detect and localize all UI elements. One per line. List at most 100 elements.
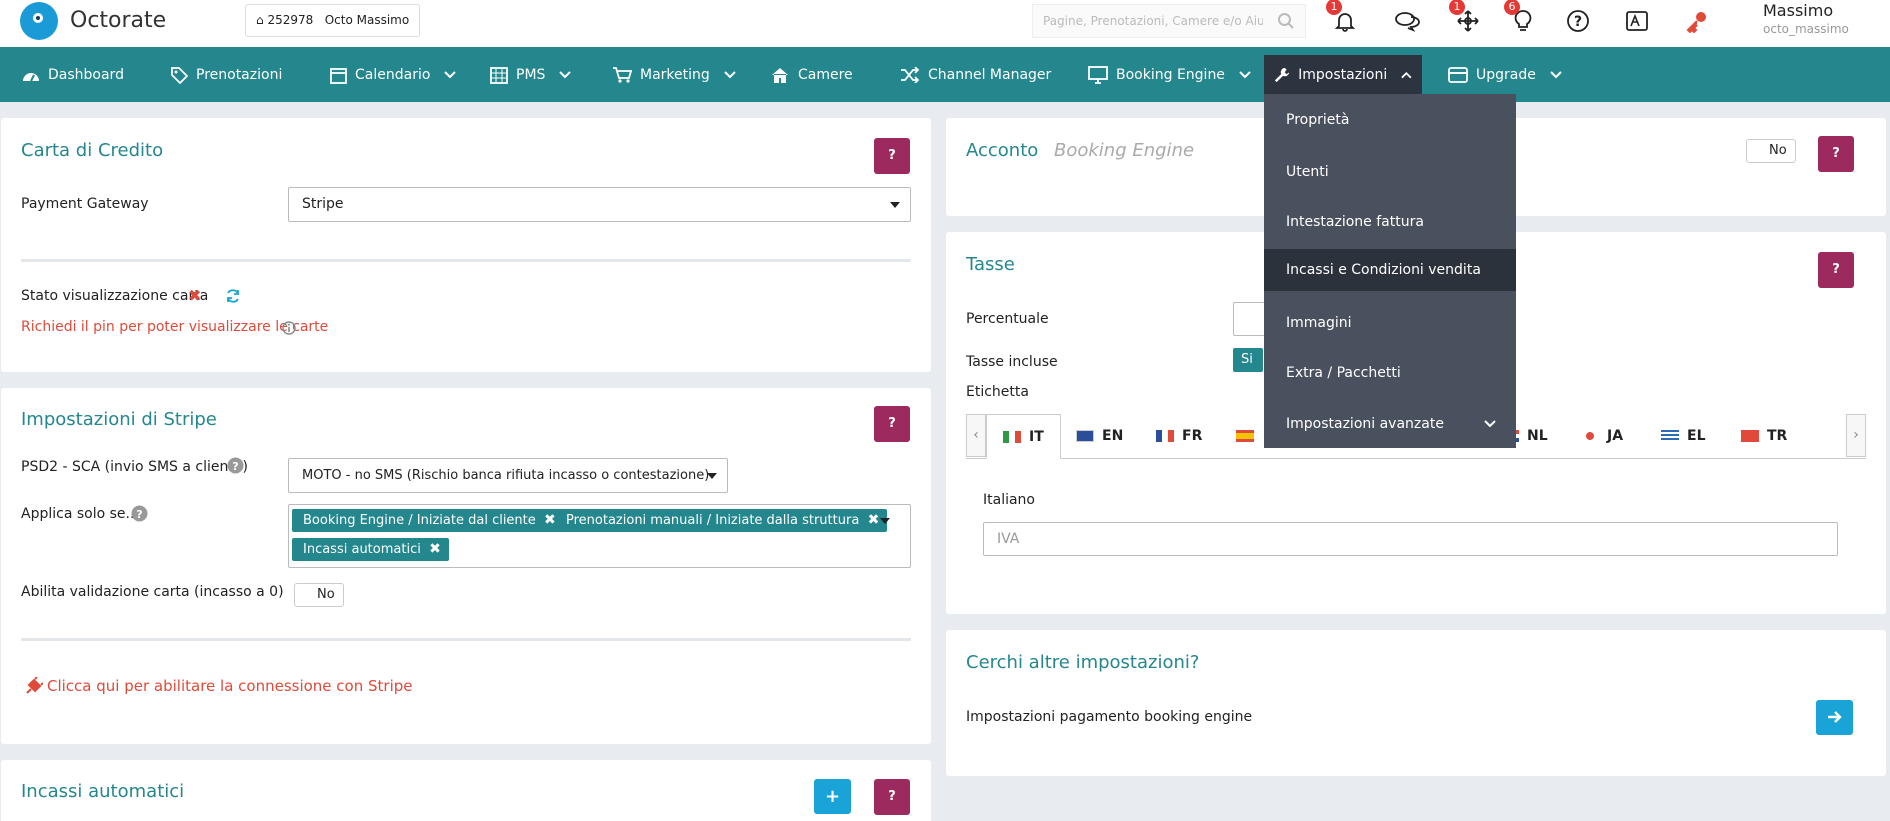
nav-marketing[interactable]: Marketing [602,55,746,95]
validazione-label: Abilita validazione carta (incasso a 0) [21,584,284,600]
etichetta-it-input[interactable]: IVA [983,522,1838,556]
question-circle-icon[interactable]: ? [131,505,148,522]
chevron-down-icon [559,71,572,79]
chevron-down-icon [1550,71,1562,79]
property-selector[interactable]: ⌂ 252978 Octo Massimo [245,4,421,37]
divider [21,259,911,262]
tag-prenotazioni-manuali: Prenotazioni manuali / Iniziate dalla st… [555,509,888,532]
panel-subtitle: Booking Engine [1054,140,1195,161]
question-circle-icon[interactable]: ? [227,457,244,474]
go-arrow-button[interactable] [1816,700,1853,735]
tab-lang-it[interactable]: IT [986,414,1061,459]
menu-item-immagini[interactable]: Immagini [1264,299,1516,347]
connections-button[interactable]: 1 [1449,0,1485,38]
menu-item-extra-pacchetti[interactable]: Extra / Pacchetti [1264,349,1516,397]
refresh-icon[interactable] [225,288,241,304]
app-name: Octorate [70,8,167,33]
help-button[interactable]: ? [874,406,910,442]
main-nav: Dashboard Prenotazioni Calendario PMS Ma… [0,47,1890,102]
nav-label: Upgrade [1476,67,1536,83]
tab-lang-fr[interactable]: FR [1156,414,1202,457]
menu-item-intestazione-fattura[interactable]: Intestazione fattura [1264,198,1516,246]
svg-text:?: ? [1574,14,1582,30]
notifications-button[interactable]: 1 [1326,0,1362,38]
octorate-logo-icon[interactable] [20,2,58,40]
ideas-button[interactable]: 6 [1504,0,1540,38]
messages-button[interactable] [1390,4,1424,38]
help-button[interactable]: ? [1561,4,1595,38]
chevron-up-icon [1401,71,1412,79]
nav-channel-manager[interactable]: Channel Manager [890,55,1061,95]
nav-label: PMS [516,67,546,83]
user-menu[interactable]: Massimo octo_massimo [1763,1,1849,36]
menu-item-proprieta[interactable]: Proprietà [1264,96,1516,144]
credit-card-icon [1448,67,1468,83]
tab-lang-tr[interactable]: TR [1741,414,1787,457]
italiano-label: Italiano [983,492,1035,508]
chevron-down-icon [1239,71,1251,79]
flag-el-icon [1661,429,1679,442]
nav-label: Camere [798,67,853,83]
user-login: octo_massimo [1763,22,1849,36]
property-name: Octo Massimo [324,13,410,27]
applica-label: Applica solo se... [21,506,139,522]
tab-lang-en[interactable]: EN [1076,414,1123,457]
help-button[interactable]: ? [874,138,910,174]
nav-camere[interactable]: Camere [760,55,863,95]
translate-icon [1626,11,1648,31]
caret-down-icon [890,202,900,208]
nav-upgrade[interactable]: Upgrade [1438,55,1572,95]
panel-carta-di-credito: Carta di Credito ? Payment Gateway Strip… [1,118,931,372]
applica-multiselect[interactable]: Booking Engine / Iniziate dal cliente ✖ P… [288,504,911,568]
top-bar: Octorate ⌂ 252978 Octo Massimo 1 1 6 ? M… [0,0,1890,47]
nav-pms[interactable]: PMS [480,55,581,95]
nav-impostazioni[interactable]: Impostazioni [1264,55,1422,95]
home-icon [772,68,788,83]
remove-tag-icon[interactable]: ✖ [868,509,880,532]
etichetta-label: Etichetta [966,384,1029,400]
scroll-right-icon[interactable]: › [1846,414,1866,457]
flag-es-icon [1236,429,1254,442]
psd2-select[interactable]: MOTO - no SMS (Rischio banca rifiuta inc… [288,458,728,493]
menu-item-impostazioni-avanzate[interactable]: Impostazioni avanzate [1264,400,1516,448]
nav-label: Prenotazioni [196,67,283,83]
incluse-toggle[interactable]: Si [1233,348,1263,372]
chevron-down-icon [1484,420,1496,428]
gateway-label: Payment Gateway [21,196,149,212]
help-button[interactable]: ? [1818,252,1854,288]
key-icon [1686,12,1706,33]
panel-impostazioni-stripe: Impostazioni di Stripe ? PSD2 - SCA (inv… [1,388,931,744]
nav-booking-engine[interactable]: Booking Engine [1078,55,1261,95]
stripe-connect-link[interactable]: Clicca qui per abilitare la connessione … [47,677,413,695]
remove-tag-icon[interactable]: ✖ [429,538,441,561]
search-input[interactable] [1033,5,1263,37]
search-icon[interactable] [1277,12,1295,30]
flag-en-icon [1076,429,1094,442]
nav-label: Channel Manager [928,67,1052,83]
tab-lang-ja[interactable]: JA [1581,414,1623,457]
chat-bubbles-icon [1395,12,1420,32]
nav-dashboard[interactable]: Dashboard [12,55,134,95]
tag-booking-engine: Booking Engine / Iniziate dal cliente ✖ [292,509,564,532]
menu-item-incassi-condizioni[interactable]: Incassi e Condizioni vendita [1264,249,1516,291]
nav-prenotazioni[interactable]: Prenotazioni [160,55,292,95]
panel-title: Acconto [966,140,1039,161]
help-button[interactable]: ? [874,779,910,815]
tab-lang-el[interactable]: EL [1661,414,1705,457]
nav-calendario[interactable]: Calendario [320,55,466,95]
validazione-toggle[interactable]: No [294,583,344,607]
panel-incassi-automatici: Incassi automatici + ? [1,760,931,821]
key-button[interactable] [1680,4,1714,38]
dashboard-icon [23,73,39,82]
help-button[interactable]: ? [1818,136,1854,172]
nav-label: Impostazioni [1298,67,1388,83]
menu-item-utenti[interactable]: Utenti [1264,148,1516,196]
add-button[interactable]: + [814,779,851,814]
tab-lang-es[interactable] [1236,414,1262,457]
translate-button[interactable] [1620,4,1654,38]
scroll-left-icon[interactable]: ‹ [966,414,986,457]
arrow-right-icon [1827,711,1842,723]
gateway-select[interactable]: Stripe [288,187,911,222]
acconto-toggle[interactable]: No [1746,139,1796,163]
caret-down-icon[interactable] [880,518,890,524]
